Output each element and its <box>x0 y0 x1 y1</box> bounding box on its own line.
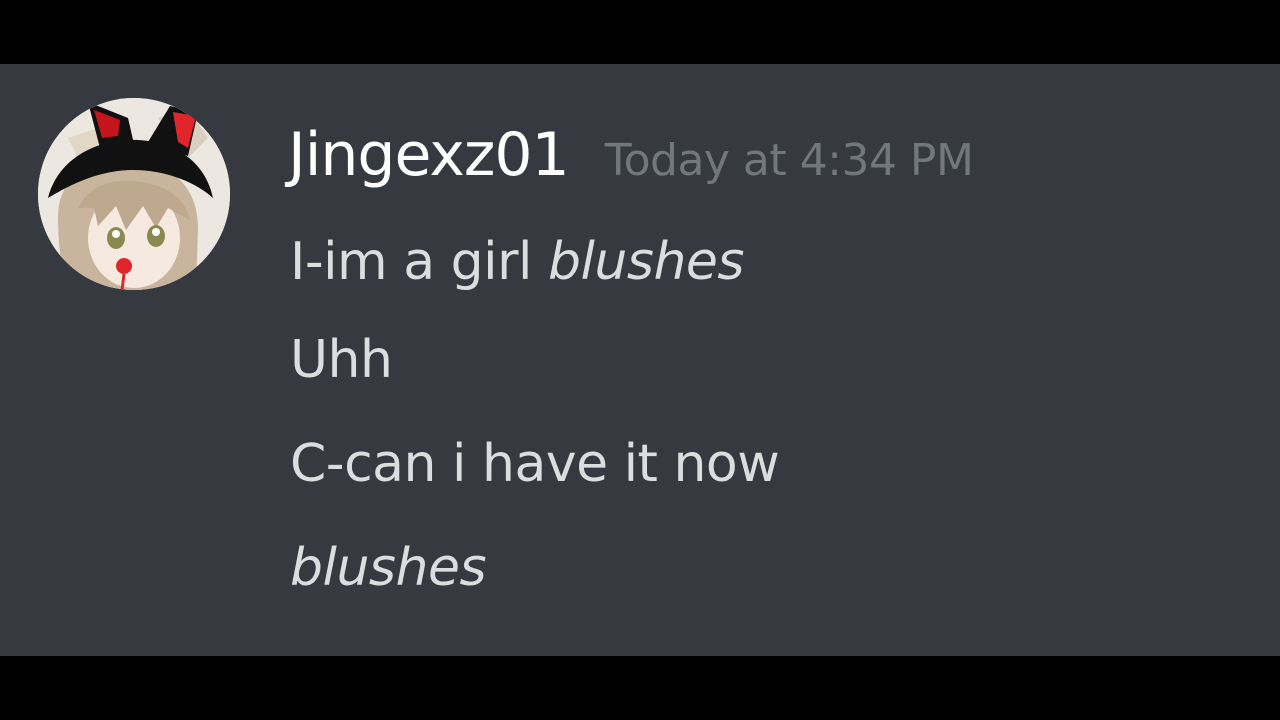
message-text: I-im a girl <box>290 232 548 292</box>
letterbox-top <box>0 0 1280 64</box>
anime-girl-avatar-icon <box>38 98 230 290</box>
message-text: C-can i have it now <box>290 434 780 494</box>
user-avatar[interactable] <box>38 98 230 290</box>
message-timestamp[interactable]: Today at 4:34 PM <box>605 135 974 186</box>
message-emphasis-text: blushes <box>547 232 745 292</box>
chat-message-panel: Jingexz01 Today at 4:34 PM I-im a girl b… <box>0 64 1280 656</box>
username[interactable]: Jingexz01 <box>288 120 570 190</box>
message-line: blushes <box>290 538 487 598</box>
message-line: Uhh <box>290 330 393 390</box>
message-header: Jingexz01 Today at 4:34 PM <box>288 120 974 200</box>
message-line: C-can i have it now <box>290 434 780 494</box>
letterbox-bottom <box>0 656 1280 720</box>
message-line: I-im a girl blushes <box>290 232 744 292</box>
message-emphasis-text: blushes <box>290 538 487 598</box>
message-text: Uhh <box>290 330 393 390</box>
